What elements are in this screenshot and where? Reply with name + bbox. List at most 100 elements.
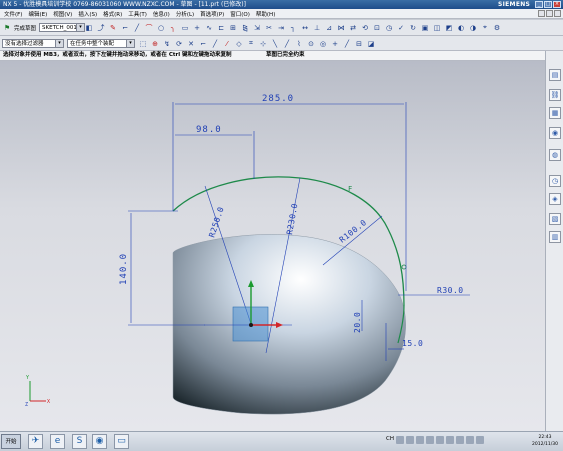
- process-studio-icon[interactable]: ▧: [549, 213, 561, 225]
- tray-icon-update[interactable]: [425, 436, 434, 444]
- quadrant-point-icon[interactable]: ◇: [234, 39, 244, 49]
- rectangle-icon[interactable]: ▭: [180, 23, 190, 33]
- reuse-library-icon[interactable]: ◉: [549, 127, 561, 139]
- show-icon[interactable]: ◑: [468, 23, 478, 33]
- dimension-15-label[interactable]: 15.0: [402, 339, 423, 348]
- point-icon[interactable]: +: [192, 23, 202, 33]
- profile-icon[interactable]: ⌐: [120, 23, 130, 33]
- menu-analysis[interactable]: 分析(L): [176, 10, 194, 18]
- extend-icon[interactable]: ⇥: [276, 23, 286, 33]
- studio-spline-icon[interactable]: ∿: [204, 23, 214, 33]
- scope-select[interactable]: 在任务中整个装配 ▾: [67, 39, 135, 48]
- tangent-point-icon[interactable]: ⌇: [294, 39, 304, 49]
- update-model-icon[interactable]: ↻: [408, 23, 418, 33]
- convert-reference-icon[interactable]: ⇄: [348, 23, 358, 33]
- menu-window[interactable]: 窗口(O): [230, 10, 250, 18]
- arc-center-icon[interactable]: ⌗: [246, 39, 256, 49]
- auto-constraint-icon[interactable]: ⊿: [324, 23, 334, 33]
- doc-minimize-button[interactable]: [538, 10, 545, 17]
- constraint-navigator-icon[interactable]: ⛓: [549, 89, 561, 101]
- assembly-navigator-icon[interactable]: ▤: [549, 69, 561, 81]
- dimension-icon[interactable]: ↔: [300, 23, 310, 33]
- corner-icon[interactable]: ┐: [288, 23, 298, 33]
- dimension-offset-label[interactable]: 98.0: [196, 125, 222, 135]
- finish-sketch-icon[interactable]: ⚑: [2, 23, 12, 33]
- tray-icon-power[interactable]: [455, 436, 464, 444]
- radius-230-label[interactable]: R230.0: [285, 202, 299, 235]
- menu-edit[interactable]: 编辑(E): [28, 10, 47, 18]
- cross-point-icon[interactable]: +: [330, 39, 340, 49]
- menu-insert[interactable]: 插入(S): [78, 10, 97, 18]
- intersect-icon[interactable]: ✕: [186, 39, 196, 49]
- selection-filter-select[interactable]: 没有选择过滤器 ▾: [2, 39, 64, 48]
- lasso-icon[interactable]: ⟳: [174, 39, 184, 49]
- dimension-width-label[interactable]: 285.0: [262, 94, 294, 104]
- dimension-20-label[interactable]: 20.0: [353, 312, 362, 333]
- mirror-icon[interactable]: ⧎: [240, 23, 250, 33]
- settings-icon[interactable]: ⚙: [492, 23, 502, 33]
- trim-icon[interactable]: ✂: [264, 23, 274, 33]
- offset-curve-icon[interactable]: ⊏: [216, 23, 226, 33]
- menu-file[interactable]: 文件(F): [4, 10, 22, 18]
- doc-restore-button[interactable]: [546, 10, 553, 17]
- display-icon[interactable]: ▣: [420, 23, 430, 33]
- select-all-icon[interactable]: ⬚: [138, 39, 148, 49]
- tray-icon-display[interactable]: [445, 436, 454, 444]
- tray-icon-security[interactable]: [415, 436, 424, 444]
- app-search-icon[interactable]: S: [72, 434, 87, 449]
- close-button[interactable]: ×: [553, 1, 561, 8]
- web-browser-icon[interactable]: ◍: [549, 149, 561, 161]
- graphics-window[interactable]: F 285.0 98.0 140.0 R250.0 R230.0 R100.0 …: [0, 61, 545, 431]
- app-folder-icon[interactable]: ▭: [114, 434, 129, 449]
- existing-point-icon[interactable]: ⊹: [258, 39, 268, 49]
- snap-icon[interactable]: ⌖: [480, 23, 490, 33]
- tray-icon-misc[interactable]: [465, 436, 474, 444]
- menu-preferences[interactable]: 首选项(P): [200, 10, 224, 18]
- sketch-name-select[interactable]: SKETCH_001 ▾: [39, 23, 86, 32]
- minimize-button[interactable]: _: [535, 1, 543, 8]
- solid-body[interactable]: [172, 234, 406, 415]
- pole-icon[interactable]: ⊟: [354, 39, 364, 49]
- mid-point-icon[interactable]: ╱: [210, 39, 220, 49]
- roles-icon[interactable]: ▥: [549, 231, 561, 243]
- tray-icon-network[interactable]: [395, 436, 404, 444]
- line-icon[interactable]: ╱: [132, 23, 142, 33]
- evaluate-sketch-icon[interactable]: ✓: [396, 23, 406, 33]
- start-button[interactable]: 开始: [1, 434, 21, 449]
- curve-rule-icon[interactable]: ↯: [162, 39, 172, 49]
- project-curve-icon[interactable]: ⇲: [252, 23, 262, 33]
- app-media-icon[interactable]: ◉: [92, 434, 107, 449]
- tray-icon-input[interactable]: [435, 436, 444, 444]
- history-icon[interactable]: ◷: [549, 175, 561, 187]
- delay-evaluation-icon[interactable]: ◷: [384, 23, 394, 33]
- circle-icon[interactable]: ○: [156, 23, 166, 33]
- dimension-height-label[interactable]: 140.0: [119, 253, 129, 285]
- end-point-icon[interactable]: ⌐: [198, 39, 208, 49]
- alternate-solution-icon[interactable]: ⟲: [360, 23, 370, 33]
- part-navigator-icon[interactable]: ▦: [549, 107, 561, 119]
- app-nx-icon[interactable]: ✈: [28, 434, 43, 449]
- doc-close-button[interactable]: [554, 10, 561, 17]
- system-materials-icon[interactable]: ◈: [549, 193, 561, 205]
- finish-sketch-label[interactable]: 完成草图: [14, 24, 36, 32]
- dimension-offset[interactable]: [175, 131, 255, 179]
- curve-endpoint-marker[interactable]: [401, 264, 407, 270]
- inferred-constraints-icon[interactable]: ⊡: [372, 23, 382, 33]
- general-select-icon[interactable]: ⊕: [150, 39, 160, 49]
- layer-icon[interactable]: ◫: [432, 23, 442, 33]
- tray-icon-extra[interactable]: [475, 436, 484, 444]
- sketch-tool-icon[interactable]: ✎: [108, 23, 118, 33]
- menu-tools[interactable]: 工具(T): [128, 10, 147, 18]
- circle-center-icon[interactable]: ◎: [318, 39, 328, 49]
- show-constraints-icon[interactable]: ⋈: [336, 23, 346, 33]
- view-cube-icon[interactable]: ◪: [366, 39, 376, 49]
- menu-help[interactable]: 帮助(H): [256, 10, 275, 18]
- point-on-curve-icon[interactable]: ╲: [270, 39, 280, 49]
- hide-icon[interactable]: ◐: [456, 23, 466, 33]
- radius-30-label[interactable]: R30.0: [437, 286, 464, 295]
- constraint-icon[interactable]: ⊥: [312, 23, 322, 33]
- point-on-surface-icon[interactable]: ╱: [282, 39, 292, 49]
- menu-format[interactable]: 格式(R): [103, 10, 122, 18]
- language-indicator[interactable]: CH: [386, 436, 394, 444]
- csys-origin[interactable]: [249, 323, 253, 327]
